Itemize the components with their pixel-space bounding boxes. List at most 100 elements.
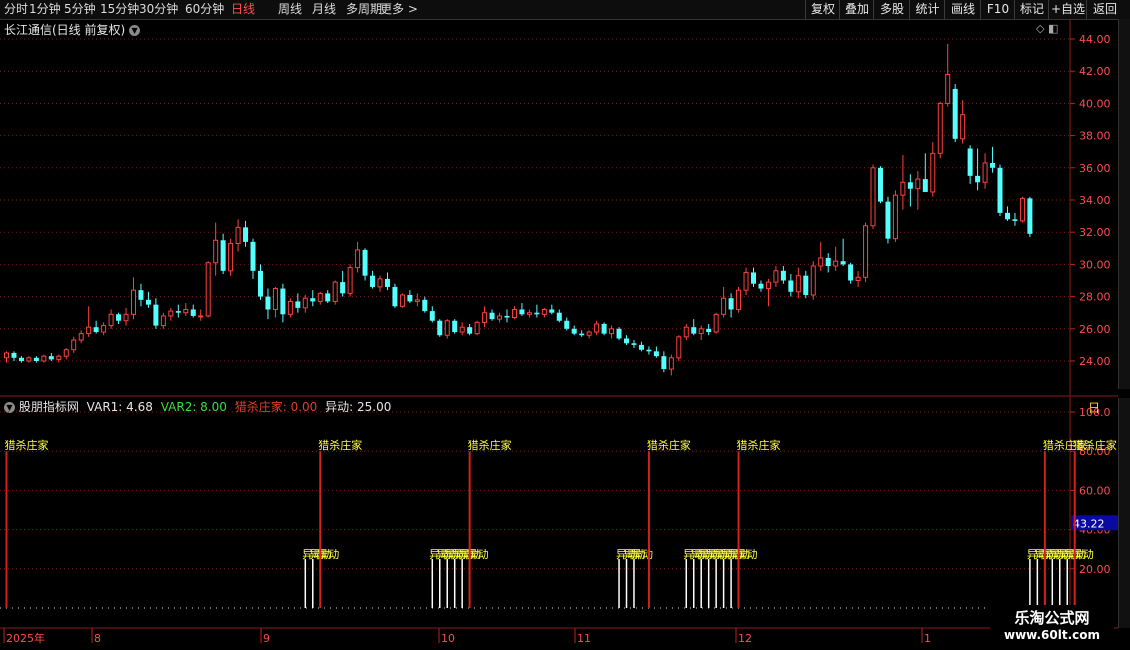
candle-body-down <box>362 249 368 276</box>
yidong-label: 异动 <box>459 548 481 561</box>
candle-body-up <box>713 313 719 333</box>
candle-body-up <box>855 276 861 281</box>
yidong-label: 异动 <box>1057 548 1079 561</box>
yidong-label: 异动 <box>429 548 451 561</box>
candle-body-up <box>833 260 839 267</box>
indicator-name[interactable]: 股朋指标网 <box>19 400 79 414</box>
candle-body-down <box>504 315 510 318</box>
candle-body-up <box>56 355 62 360</box>
tool-button-0[interactable]: 复权 <box>805 0 840 19</box>
candle-body-up <box>668 357 674 370</box>
yidong-label: 异动 <box>317 548 339 561</box>
dropdown-icon[interactable]: ▼ <box>129 25 141 36</box>
tool-button-1[interactable]: 叠加 <box>839 0 874 19</box>
period-tab-0[interactable]: 分时 <box>4 0 28 19</box>
tool-button-7[interactable]: +自选 <box>1048 0 1087 19</box>
candle-body-down <box>601 323 607 334</box>
period-tab-3[interactable]: 15分钟 <box>100 0 139 19</box>
candle-body-up <box>332 281 338 302</box>
stock-title[interactable]: 长江通信(日线 前复权) <box>4 23 125 37</box>
candle-body-up <box>444 320 450 336</box>
main-y-tick-label: 40.00 <box>1079 97 1111 110</box>
yidong-label: 异动 <box>1049 548 1071 561</box>
candle-body-down <box>1012 219 1018 221</box>
main-y-tick-label: 42.00 <box>1079 65 1111 78</box>
period-tab-5[interactable]: 60分钟 <box>185 0 224 19</box>
period-tab-8[interactable]: 月线 <box>312 0 336 19</box>
diamond-icon[interactable]: ◇ <box>1036 22 1044 35</box>
tool-button-5[interactable]: F10 <box>980 0 1015 19</box>
candle-body-down <box>422 299 428 312</box>
ind-y-tick-label: 60.00 <box>1079 484 1111 497</box>
candle-body-down <box>653 351 659 357</box>
yidong-label: 异动 <box>437 548 459 561</box>
main-y-tick-label: 24.00 <box>1079 355 1111 368</box>
candle-body-down <box>145 299 151 305</box>
candle-body-down <box>885 201 891 239</box>
tool-button-2[interactable]: 多股 <box>873 0 910 19</box>
period-tab-6[interactable]: 日线 <box>231 0 255 19</box>
watermark-title: 乐淘公式网 <box>1014 609 1090 627</box>
candle-body-up <box>863 225 869 278</box>
period-tab-4[interactable]: 30分钟 <box>139 0 178 19</box>
candle-body-up <box>900 181 906 196</box>
candle-body-up <box>78 333 84 341</box>
var2-value: VAR2: 8.00 <box>160 400 227 414</box>
time-axis-label: 1 <box>924 632 931 645</box>
candle-body-down <box>549 309 555 313</box>
candle-body-down <box>429 311 435 321</box>
candle-body-up <box>130 289 136 315</box>
yidong-label: 异动 <box>728 548 750 561</box>
tool-button-4[interactable]: 画线 <box>944 0 981 19</box>
candle-body-down <box>153 304 159 326</box>
candle-body-up <box>272 288 278 310</box>
candle-body-down <box>661 356 667 370</box>
candle-body-up <box>4 352 9 359</box>
candle-body-down <box>340 282 346 294</box>
tool-button-3[interactable]: 统计 <box>909 0 945 19</box>
candle-body-down <box>392 286 398 307</box>
watermark: 乐淘公式网 www.60lt.com <box>990 605 1114 647</box>
time-axis-label: 10 <box>441 632 455 645</box>
yidong-label: 异动 <box>736 548 758 561</box>
panel-toggle-icon[interactable]: ◧ <box>1048 22 1058 35</box>
period-tab-2[interactable]: 5分钟 <box>64 0 96 19</box>
candle-body-up <box>765 281 771 290</box>
candle-body-up <box>101 325 107 333</box>
candle-body-up <box>743 271 749 291</box>
candle-body-up <box>526 312 532 315</box>
period-tab-10[interactable]: 更多 > <box>380 0 418 19</box>
candle-body-down <box>250 241 256 271</box>
yidong-label: 异动 <box>713 548 735 561</box>
tool-button-6[interactable]: 标记 <box>1014 0 1049 19</box>
main-y-tick-label: 34.00 <box>1079 194 1111 207</box>
period-tab-1[interactable]: 1分钟 <box>29 0 61 19</box>
period-tab-7[interactable]: 周线 <box>278 0 302 19</box>
candle-body-down <box>803 275 809 295</box>
candle-body-up <box>945 73 951 104</box>
candle-body-up <box>982 162 988 183</box>
time-axis-label: 9 <box>263 632 270 645</box>
indicator-menu-icon[interactable]: ▼ <box>4 402 15 413</box>
candle-body-down <box>93 327 99 333</box>
candle-body-up <box>609 328 615 335</box>
period-tab-9[interactable]: 多周期 <box>346 0 382 19</box>
candle-body-up <box>773 270 779 283</box>
candle-body-down <box>48 356 54 360</box>
candle-body-up <box>698 328 704 335</box>
candle-body-down <box>534 312 540 315</box>
ind-y-tick-label: 40.00 <box>1079 524 1111 537</box>
candle-body-down <box>489 312 495 320</box>
yidong-label: 异动 <box>302 548 324 561</box>
chart-title-bar: 长江通信(日线 前复权) ▼ <box>4 21 141 38</box>
candle-body-up <box>347 267 353 294</box>
yidong-label: 异动 <box>706 548 728 561</box>
candle-body-down <box>616 328 622 339</box>
candle-body-down <box>325 293 331 302</box>
hunt-signal-label: 猎杀庄家 <box>468 438 512 452</box>
candle-body-up <box>683 326 689 338</box>
candle-body-down <box>18 357 24 361</box>
candle-body-down <box>638 344 644 350</box>
tool-button-8[interactable]: 返回 <box>1086 0 1123 19</box>
candle-body-up <box>937 102 943 154</box>
